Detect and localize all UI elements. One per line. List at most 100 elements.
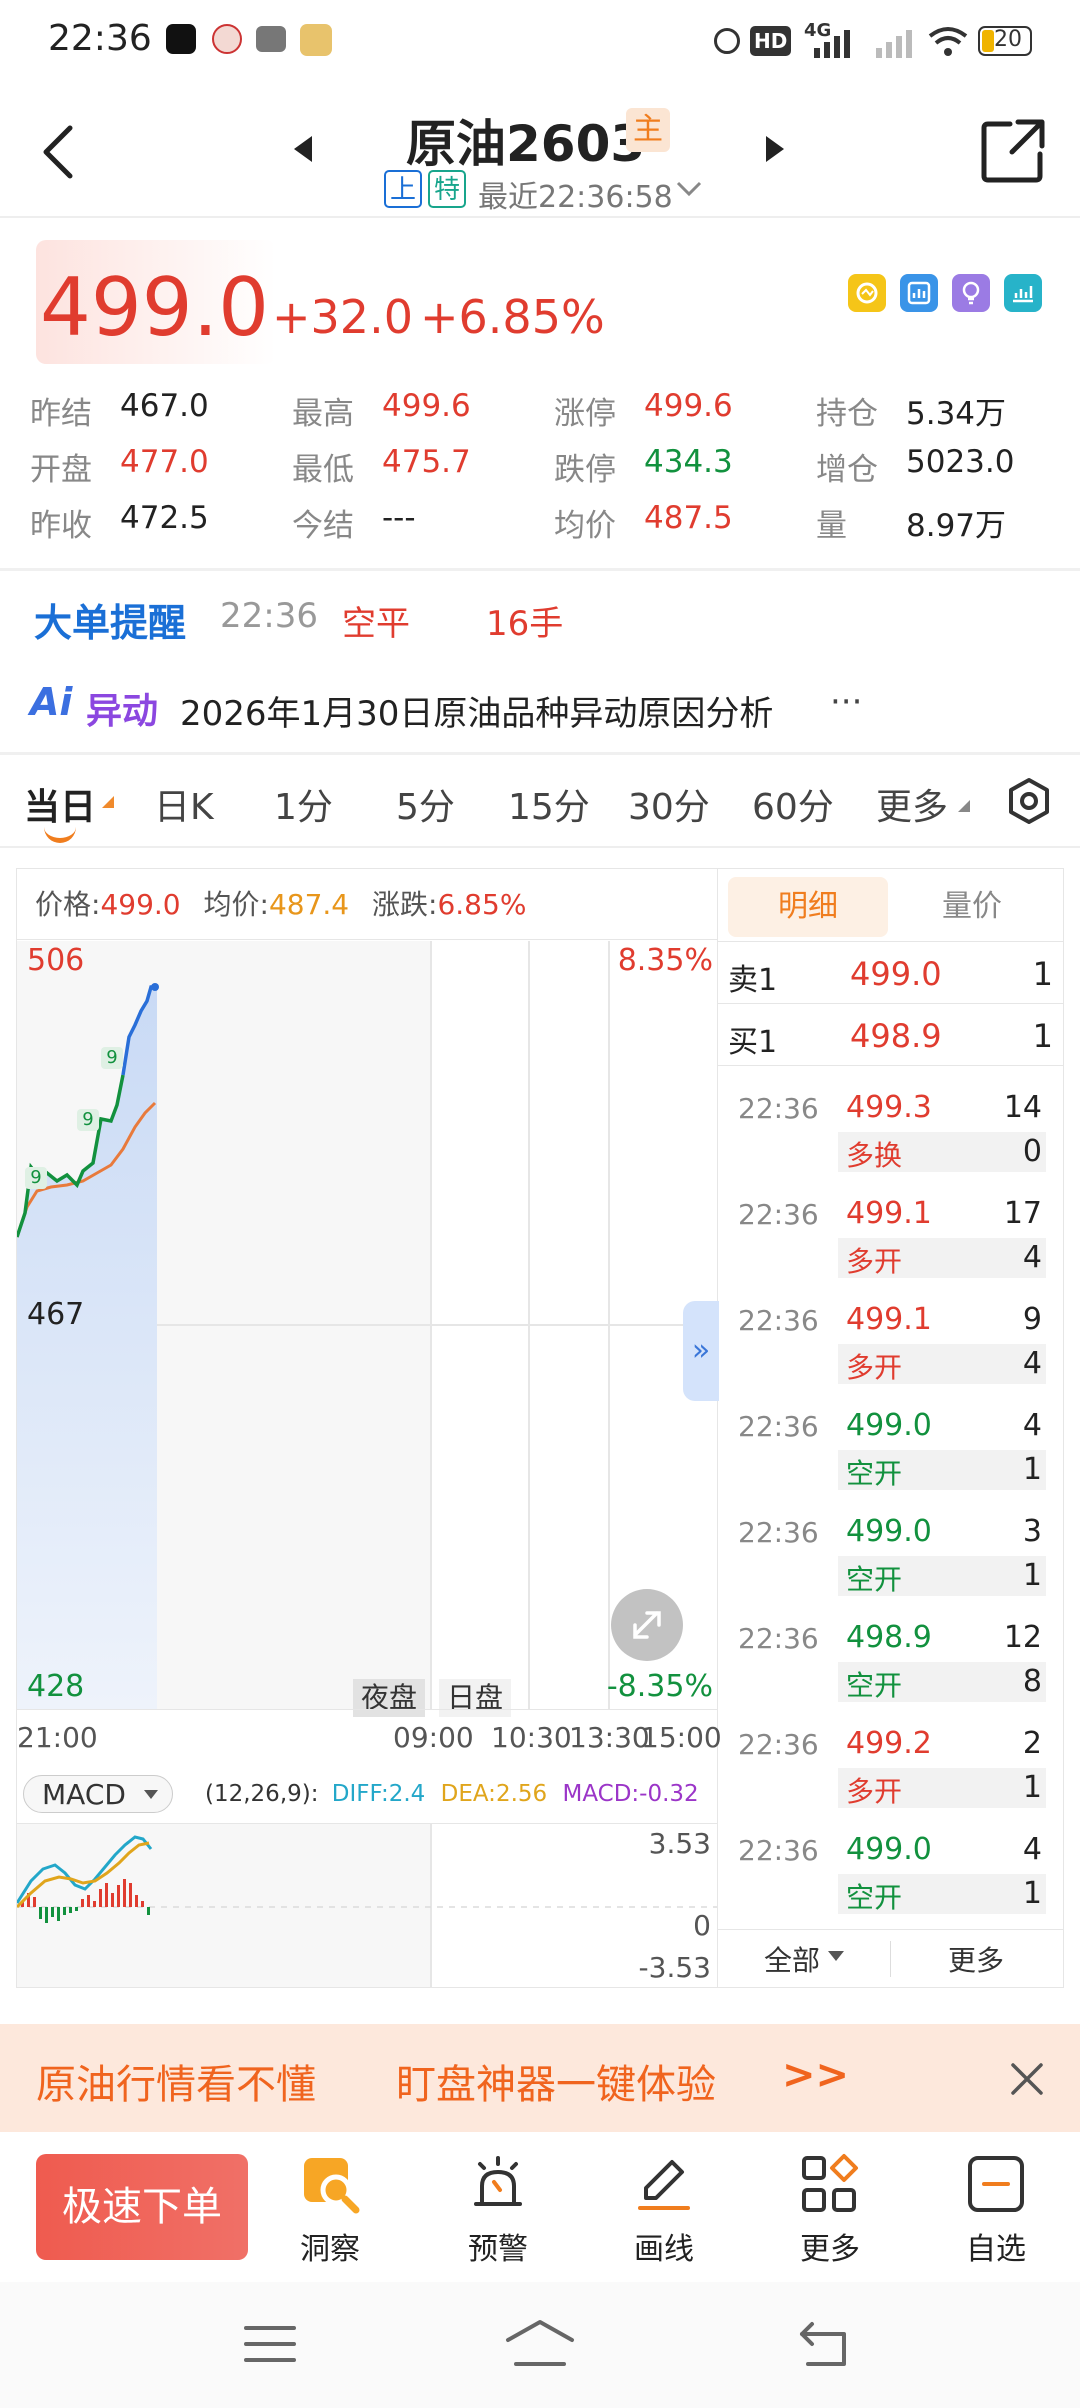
trade-time: 22:36 <box>738 1304 819 1337</box>
update-time: 最近22:36:58 <box>478 180 673 215</box>
macd-y-bottom: -3.53 <box>638 1951 711 1984</box>
signal-weak-icon <box>876 30 912 58</box>
prev-contract-icon[interactable] <box>292 134 314 164</box>
last-price: 499.0 <box>40 261 270 354</box>
indicator-selector[interactable]: MACD <box>23 1775 173 1813</box>
trade-vol: 3 <box>1022 1514 1042 1549</box>
anomaly-logo-text: 异动 <box>86 691 159 732</box>
trade-type-vol: 1 <box>1022 1558 1042 1593</box>
back-icon[interactable] <box>40 124 76 180</box>
watchlist-button[interactable]: 自选 <box>954 2148 1038 2268</box>
tab-30min[interactable]: 30分 <box>628 778 710 830</box>
battery-level: 20 <box>994 27 1022 52</box>
anomaly-more[interactable]: ··· <box>830 682 862 722</box>
signal-marker[interactable]: 9 <box>77 1109 99 1131</box>
quote-value: 8.97万 <box>906 508 1007 544</box>
order-book-bottom-divider <box>718 1929 1064 1930</box>
quote-label: 均价 <box>554 508 616 544</box>
expand-panel-handle[interactable]: » <box>683 1301 719 1401</box>
insight-button[interactable]: 洞察 <box>288 2148 372 2268</box>
indicator-dropdown-icon <box>144 1790 158 1799</box>
chart-panel[interactable]: 价格:499.0 均价:487.4 涨跌:6.85% 9 9 9 506 467… <box>16 868 722 1988</box>
tab-5min[interactable]: 5分 <box>396 778 455 830</box>
sell-buy-divider <box>718 1003 1064 1004</box>
settings-hexagon-icon[interactable] <box>1004 776 1054 826</box>
trade-vol: 14 <box>1003 1090 1042 1125</box>
tab-volume-price[interactable]: 量价 <box>892 877 1052 937</box>
tab-60min[interactable]: 60分 <box>752 778 834 830</box>
quote-label: 增仓 <box>816 452 878 488</box>
trade-vol: 2 <box>1022 1726 1042 1761</box>
order-book-more-button[interactable]: 更多 <box>948 1939 1004 1979</box>
chart-info-line: 价格:499.0 均价:487.4 涨跌:6.85% <box>35 883 526 923</box>
anomaly-headline: 2026年1月30日原油品种异动原因分析 <box>180 694 774 734</box>
chart-analysis-icon[interactable] <box>900 274 938 312</box>
sell1-vol: 1 <box>1032 955 1053 993</box>
tabs-divider <box>0 846 1080 848</box>
macd-value: -0.32 <box>639 1781 699 1807</box>
special-badge: 特 <box>428 170 466 208</box>
home-icon[interactable] <box>504 2318 576 2368</box>
trade-vol: 4 <box>1022 1408 1042 1443</box>
share-icon[interactable] <box>980 118 1046 184</box>
anomaly-news[interactable]: Ai 异动 2026年1月30日原油品种异动原因分析 ··· <box>0 662 1080 752</box>
chevron-down-icon[interactable] <box>676 180 702 198</box>
signal-marker[interactable]: 9 <box>25 1167 47 1189</box>
price-change-pct: +6.85% <box>420 290 605 344</box>
trade-time: 22:36 <box>738 1410 819 1443</box>
filter-all-button[interactable]: 全部 <box>764 1939 820 1979</box>
idea-bulb-icon[interactable] <box>952 274 990 312</box>
night-session-button[interactable]: 夜盘 <box>353 1679 426 1717</box>
day-session-button[interactable]: 日盘 <box>439 1679 512 1717</box>
trade-type: 空开 <box>846 1457 903 1490</box>
tab-15min[interactable]: 15分 <box>508 778 590 830</box>
insight-label: 洞察 <box>300 2232 360 2267</box>
tab-1min[interactable]: 1分 <box>274 778 333 830</box>
macd-chart[interactable] <box>17 1823 717 1987</box>
tab-daily-k[interactable]: 日K <box>154 778 214 830</box>
quote-tool-icon[interactable] <box>848 274 886 312</box>
close-icon[interactable] <box>1010 2062 1044 2096</box>
back-nav-icon[interactable] <box>798 2320 850 2368</box>
watchlist-label: 自选 <box>966 2232 1026 2267</box>
next-contract-icon[interactable] <box>764 134 786 164</box>
stats-icon[interactable] <box>1004 274 1042 312</box>
big-order-alert[interactable]: 大单提醒 22:36 空平 16手 <box>0 572 1080 662</box>
pct-axis-top-label: 8.35% <box>617 943 713 978</box>
promo-banner[interactable]: 原油行情看不懂 盯盘神器一键体验 >> <box>0 2024 1080 2132</box>
trade-type: 多开 <box>846 1245 903 1278</box>
more-button[interactable]: 更多 <box>788 2148 872 2268</box>
hd-icon: HD <box>750 26 792 56</box>
time-axis-label: 10:30 <box>491 1721 572 1754</box>
quick-order-button[interactable]: 极速下单 <box>36 2154 248 2260</box>
chart-info-divider <box>17 939 717 940</box>
trade-type-vol: 1 <box>1022 1876 1042 1911</box>
trade-vol: 17 <box>1003 1196 1042 1231</box>
trade-vol: 12 <box>1003 1620 1042 1655</box>
bottom-button-divider <box>890 1941 891 1977</box>
buy1-price: 498.9 <box>850 1017 942 1055</box>
tab-detail[interactable]: 明细 <box>728 877 888 937</box>
trade-time: 22:36 <box>738 1198 819 1231</box>
buy1-label: 买1 <box>728 1025 778 1060</box>
game-icon <box>300 24 332 56</box>
y-axis-bottom-label: 428 <box>27 1669 85 1704</box>
trade-price: 499.0 <box>846 1514 932 1549</box>
buy1-vol: 1 <box>1032 1017 1053 1055</box>
tiktok-icon <box>166 24 196 54</box>
page-title: 原油2603 <box>406 115 646 173</box>
trade-type-vol: 4 <box>1022 1240 1042 1275</box>
fullscreen-button[interactable] <box>611 1589 683 1661</box>
trade-type: 多换 <box>846 1139 903 1172</box>
quote-value: 5.34万 <box>906 396 1007 432</box>
quote-value: 477.0 <box>120 444 209 480</box>
signal-marker[interactable]: 9 <box>101 1047 123 1069</box>
menu-icon[interactable] <box>244 2324 296 2364</box>
tab-intraday[interactable]: 当日 <box>24 778 96 830</box>
trade-type: 空开 <box>846 1563 903 1596</box>
draw-line-button[interactable]: 画线 <box>622 2148 706 2268</box>
trade-vol: 9 <box>1022 1302 1042 1337</box>
tab-more[interactable]: 更多 <box>876 778 948 830</box>
status-time: 22:36 <box>48 18 152 59</box>
alarm-button[interactable]: 预警 <box>456 2148 540 2268</box>
